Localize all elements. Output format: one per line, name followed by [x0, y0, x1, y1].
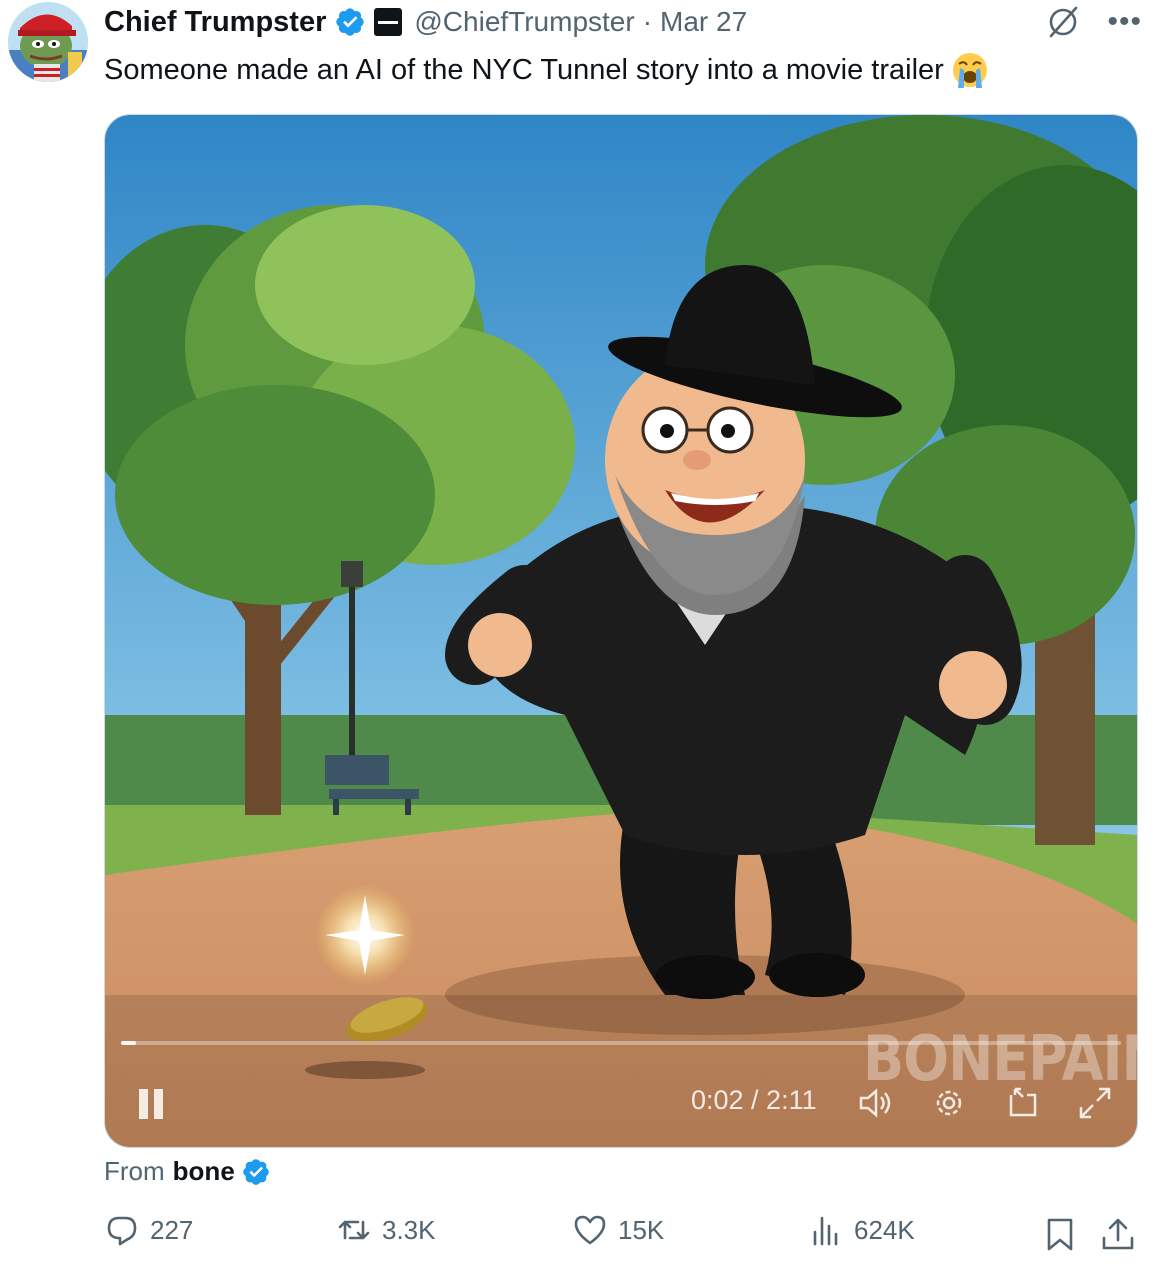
author-name[interactable]: Chief Trumpster [104, 6, 326, 39]
repost-count: 3.3K [382, 1214, 436, 1245]
header-actions: ••• [1045, 4, 1142, 40]
repost-icon [338, 1220, 370, 1240]
repost-button[interactable]: 3.3K [336, 1212, 436, 1248]
author-avatar[interactable] [8, 2, 88, 82]
share-icon[interactable] [1100, 1216, 1136, 1252]
author-handle[interactable]: @ChiefTrumpster [414, 6, 634, 38]
pause-icon[interactable] [133, 1085, 169, 1125]
like-icon [574, 1215, 606, 1245]
loudly-crying-emoji-icon [952, 53, 987, 88]
verified-icon [242, 1158, 269, 1185]
views-count: 624K [854, 1214, 915, 1245]
more-icon[interactable]: ••• [1107, 7, 1142, 37]
separator-dot: · [642, 6, 653, 37]
bookmark-icon[interactable] [1042, 1216, 1078, 1252]
like-count: 15K [618, 1214, 665, 1245]
video-progress-bar[interactable] [121, 1041, 1121, 1045]
source-prefix: From [104, 1156, 165, 1186]
tweet-text: Someone made an AI of the NYC Tunnel sto… [104, 50, 990, 90]
affiliate-badge[interactable] [374, 8, 403, 36]
views-button[interactable]: 624K [808, 1212, 915, 1248]
reply-count: 227 [150, 1214, 194, 1245]
tweet-body: Someone made an AI of the NYC Tunnel sto… [104, 53, 944, 86]
views-icon [813, 1216, 838, 1246]
video-player[interactable]: BONEPAINT 0:02 / 2:11 [104, 114, 1138, 1148]
reply-icon [107, 1216, 137, 1246]
pip-icon[interactable] [1003, 1083, 1043, 1123]
video-progress-fill [121, 1041, 136, 1045]
tweet-date[interactable]: Mar 27 [660, 6, 747, 38]
grok-icon[interactable] [1045, 4, 1081, 40]
verified-icon [336, 8, 365, 36]
media-source: From bone [104, 1156, 271, 1187]
tweet-actions: 227 3.3K 15K 624K [104, 1212, 1144, 1258]
reply-button[interactable]: 227 [104, 1212, 193, 1248]
like-button[interactable]: 15K [572, 1212, 664, 1248]
volume-icon[interactable] [855, 1083, 895, 1123]
tweet-header: Chief Trumpster @ChiefTrumpster · Mar 27 [104, 2, 747, 42]
settings-icon[interactable] [929, 1083, 969, 1123]
fullscreen-icon[interactable] [1075, 1083, 1115, 1123]
video-frame-image [105, 115, 1137, 1147]
video-time: 0:02 / 2:11 [691, 1085, 817, 1115]
source-name[interactable]: bone [173, 1156, 235, 1187]
